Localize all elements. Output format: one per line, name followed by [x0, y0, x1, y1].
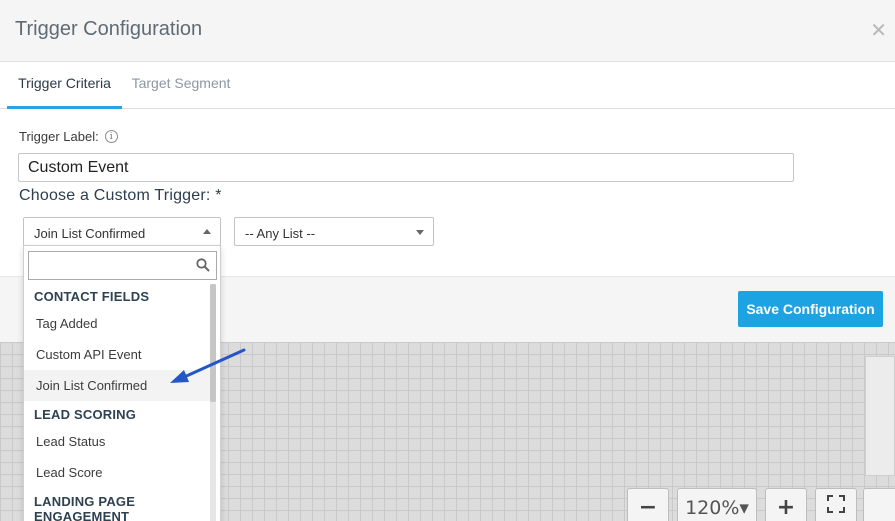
zoom-level-select[interactable]: 120%▾ [677, 488, 757, 521]
trigger-label-input[interactable] [18, 153, 794, 182]
trigger-label-row: Trigger Label: i [19, 129, 118, 144]
caret-up-icon [203, 229, 211, 234]
save-configuration-button[interactable]: Save Configuration [738, 291, 883, 327]
list-select-value: -- Any List -- [245, 226, 316, 241]
list-select[interactable]: -- Any List -- [234, 217, 434, 246]
tab-trigger-criteria[interactable]: Trigger Criteria [7, 63, 122, 109]
zoom-level-label: 120%▾ [685, 497, 749, 519]
dropdown-item-join-list-confirmed[interactable]: Join List Confirmed [24, 370, 210, 401]
canvas-side-panel [865, 356, 895, 476]
modal-title: Trigger Configuration [15, 18, 203, 40]
dropdown-group-label: LEAD SCORING [34, 407, 137, 422]
modal-header: Trigger Configuration ✕ [0, 0, 895, 62]
caret-down-icon [416, 230, 424, 235]
custom-trigger-select-value: Join List Confirmed [34, 226, 146, 241]
custom-trigger-dropdown: CONTACT FIELDS Tag Added Custom API Even… [23, 245, 221, 521]
canvas-extra-button[interactable] [863, 488, 895, 521]
dropdown-search-field[interactable] [28, 251, 217, 280]
zoom-in-button[interactable]: + [765, 488, 807, 521]
dropdown-item-tag-added[interactable]: Tag Added [24, 308, 210, 339]
tab-bar: Trigger Criteria Target Segment [0, 63, 895, 109]
dropdown-group-label: LANDING PAGE ENGAGEMENT [34, 494, 136, 521]
custom-trigger-select[interactable]: Join List Confirmed [23, 217, 221, 246]
choose-trigger-label: Choose a Custom Trigger: * [19, 187, 222, 204]
search-icon [196, 258, 210, 272]
dropdown-group-label: CONTACT FIELDS [34, 289, 150, 304]
info-icon[interactable]: i [104, 130, 118, 143]
dropdown-item-lead-score[interactable]: Lead Score [24, 457, 210, 488]
dropdown-item-custom-api-event[interactable]: Custom API Event [24, 339, 210, 370]
close-icon[interactable]: ✕ [870, 18, 887, 42]
fullscreen-icon [827, 495, 845, 513]
tab-target-segment[interactable]: Target Segment [122, 63, 240, 109]
fullscreen-button[interactable] [815, 488, 857, 521]
dropdown-scrollbar-thumb[interactable] [210, 284, 216, 402]
trigger-label-text: Trigger Label: [19, 129, 99, 144]
dropdown-item-lead-status[interactable]: Lead Status [24, 426, 210, 457]
zoom-out-button[interactable]: − [627, 488, 669, 521]
dropdown-scrollbar[interactable] [210, 284, 216, 521]
